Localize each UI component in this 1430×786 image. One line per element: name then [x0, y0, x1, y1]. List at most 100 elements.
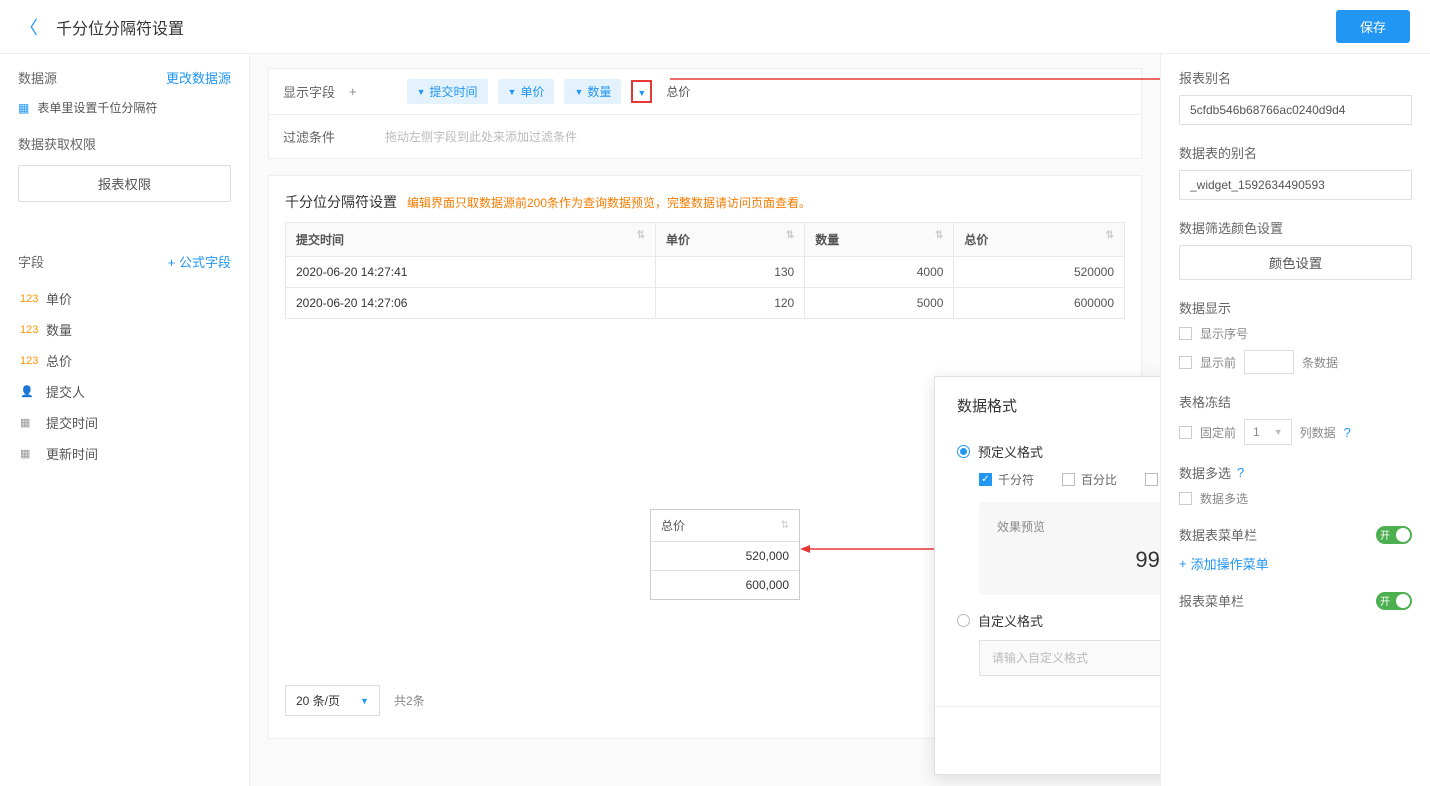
add-field-icon[interactable]: + — [349, 84, 357, 99]
field-label: 提交人 — [46, 382, 85, 401]
report-menu-toggle[interactable]: 开 — [1376, 592, 1412, 610]
help-icon[interactable]: ? — [1344, 425, 1351, 440]
multi-select-checkbox[interactable]: 数据多选 — [1179, 490, 1412, 507]
display-fields-bar: 显示字段 + ▼提交时间 ▼单价 ▼数量 ▼ 总价 — [268, 68, 1142, 115]
preview-value: 99,999 — [997, 541, 1160, 579]
filter-label: 过滤条件 — [283, 127, 335, 146]
field-item[interactable]: 123 单价 — [18, 283, 231, 314]
column-header[interactable]: 数量⇅ — [805, 223, 954, 257]
field-label: 提交时间 — [46, 413, 98, 432]
checkbox-off-icon[interactable] — [1179, 426, 1192, 439]
table-title: 千分位分隔符设置 — [285, 192, 397, 212]
back-icon[interactable]: 〈 — [20, 14, 38, 40]
display-fields-label: 显示字段 — [283, 82, 335, 101]
table-alias-input[interactable] — [1179, 170, 1412, 200]
field-type-icon: 123 — [20, 324, 36, 336]
report-alias-label: 报表别名 — [1179, 68, 1412, 87]
field-type-icon: 123 — [20, 293, 36, 305]
field-chip-total[interactable]: 总价 — [662, 79, 694, 104]
table-row[interactable]: 2020-06-20 14:27:41 130 4000 520000 — [286, 257, 1125, 288]
add-formula-field-link[interactable]: + 公式字段 — [168, 252, 231, 271]
report-alias-input[interactable] — [1179, 95, 1412, 125]
show-count-input[interactable] — [1244, 350, 1294, 374]
preview-label: 效果预览 — [997, 518, 1160, 535]
radio-off-icon — [957, 614, 970, 627]
thousand-separator-checkbox[interactable]: ✓千分符 — [979, 471, 1034, 488]
chevron-down-icon: ▼ — [1274, 427, 1283, 437]
field-label: 总价 — [46, 351, 72, 370]
sort-icon: ⇅ — [786, 231, 794, 241]
permission-label: 数据获取权限 — [18, 134, 96, 153]
show-index-checkbox[interactable]: 显示序号 — [1179, 325, 1412, 342]
chevron-down-icon: ▼ — [360, 696, 369, 706]
sort-icon: ⇅ — [781, 521, 789, 531]
fields-label: 字段 — [18, 252, 44, 271]
data-format-modal: 数据格式 ✕ 预定义格式 ✓千分符 百分比 小数位数 效果预览 99,999 — [934, 376, 1160, 775]
table-preview-note: 编辑界面只取数据源前200条作为查询数据预览，完整数据请访问页面查看。 — [407, 194, 811, 211]
percent-checkbox[interactable]: 百分比 — [1062, 471, 1117, 488]
checkbox-off-icon — [1062, 473, 1075, 486]
page-count: 共2条 — [394, 692, 425, 709]
field-item[interactable]: ▦ 提交时间 — [18, 407, 231, 438]
custom-format-radio[interactable]: 自定义格式 — [957, 611, 1160, 630]
page-title: 千分位分隔符设置 — [56, 15, 184, 39]
chevron-down-icon: ▼ — [637, 88, 646, 98]
preset-format-radio[interactable]: 预定义格式 — [957, 442, 1160, 461]
color-settings-button[interactable]: 颜色设置 — [1179, 245, 1412, 280]
table-freeze-label: 表格冻结 — [1179, 392, 1412, 411]
field-item[interactable]: 👤 提交人 — [18, 376, 231, 407]
checkbox-on-icon: ✓ — [979, 473, 992, 486]
report-menu-label: 报表菜单栏 — [1179, 591, 1244, 610]
data-table: 提交时间⇅ 单价⇅ 数量⇅ 总价⇅ 2020-06-20 14:27:41 13… — [285, 222, 1125, 319]
checkbox-off-icon[interactable] — [1179, 356, 1192, 369]
field-type-icon: ▦ — [20, 447, 36, 460]
checkbox-off-icon — [1145, 473, 1158, 486]
change-datasource-link[interactable]: 更改数据源 — [166, 68, 231, 87]
page-size-select[interactable]: 20 条/页▼ — [285, 685, 380, 716]
table-alias-label: 数据表的别名 — [1179, 143, 1412, 162]
decimal-checkbox[interactable]: 小数位数 — [1145, 471, 1160, 488]
filter-bar: 过滤条件 拖动左侧字段到此处来添加过滤条件 — [268, 115, 1142, 159]
column-header[interactable]: 总价⇅ — [954, 223, 1125, 257]
field-label: 数量 — [46, 320, 72, 339]
table-menu-label: 数据表菜单栏 — [1179, 525, 1257, 544]
format-preview: 效果预览 99,999 — [979, 502, 1160, 595]
custom-format-input[interactable] — [979, 640, 1160, 676]
field-type-icon: 123 — [20, 355, 36, 367]
center-panel: 显示字段 + ▼提交时间 ▼单价 ▼数量 ▼ 总价 过滤条件 拖动左侧字段到此处… — [250, 54, 1160, 786]
field-label: 单价 — [46, 289, 72, 308]
field-chip[interactable]: ▼提交时间 — [407, 79, 488, 104]
field-chip[interactable]: ▼数量 — [564, 79, 621, 104]
field-item[interactable]: 123 总价 — [18, 345, 231, 376]
field-type-icon: 👤 — [20, 385, 36, 398]
help-icon[interactable]: ? — [1237, 465, 1244, 480]
plus-icon: + — [1179, 556, 1187, 571]
sort-icon: ⇅ — [1106, 231, 1114, 241]
column-header[interactable]: 单价⇅ — [656, 223, 805, 257]
checkbox-off-icon — [1179, 492, 1192, 505]
modal-title: 数据格式 — [957, 395, 1017, 416]
chevron-down-icon: ▼ — [417, 87, 426, 97]
right-panel: 报表别名 数据表的别名 数据筛选颜色设置 颜色设置 数据显示 显示序号 显示前 … — [1160, 54, 1430, 786]
report-permission-button[interactable]: 报表权限 — [18, 165, 231, 202]
radio-on-icon — [957, 445, 970, 458]
field-chip[interactable]: ▼单价 — [498, 79, 555, 104]
save-button[interactable]: 保存 — [1336, 10, 1410, 43]
field-type-icon: ▦ — [20, 416, 36, 429]
datasource-label: 数据源 — [18, 68, 57, 87]
datasource-entry[interactable]: ▦ 表单里设置千位分隔符 — [18, 99, 231, 116]
filter-placeholder: 拖动左侧字段到此处来添加过滤条件 — [385, 128, 577, 145]
data-display-label: 数据显示 — [1179, 298, 1412, 317]
table-menu-toggle[interactable]: 开 — [1376, 526, 1412, 544]
checkbox-off-icon — [1179, 327, 1192, 340]
table-row[interactable]: 2020-06-20 14:27:06 120 5000 600000 — [286, 288, 1125, 319]
field-chip-dropdown-highlight[interactable]: ▼ — [631, 80, 652, 103]
chevron-down-icon: ▼ — [574, 87, 583, 97]
column-header[interactable]: 提交时间⇅ — [286, 223, 656, 257]
add-menu-link[interactable]: +添加操作菜单 — [1179, 554, 1412, 573]
datasource-name: 表单里设置千位分隔符 — [37, 99, 157, 116]
freeze-count-select[interactable]: 1▼ — [1244, 419, 1292, 445]
field-item[interactable]: 123 数量 — [18, 314, 231, 345]
chevron-down-icon: ▼ — [508, 87, 517, 97]
field-item[interactable]: ▦更新时间 — [18, 438, 231, 469]
